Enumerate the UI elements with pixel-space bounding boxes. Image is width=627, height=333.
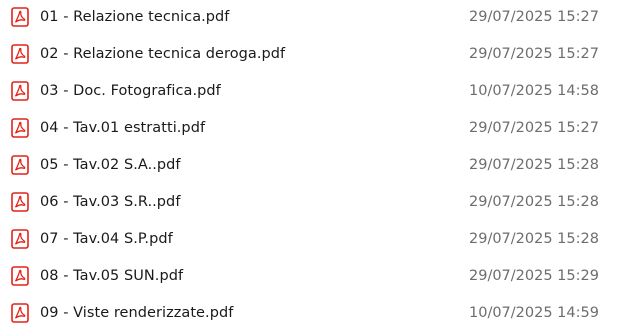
file-name: 06 - Tav.03 S.R..pdf xyxy=(40,194,181,210)
file-modified-date: 29/07/2025 15:28 xyxy=(469,157,599,173)
pdf-file-icon xyxy=(11,118,29,138)
file-row[interactable]: 02 - Relazione tecnica deroga.pdf 29/07/… xyxy=(0,37,627,71)
pdf-file-icon xyxy=(11,81,29,101)
pdf-file-icon xyxy=(11,303,29,323)
file-modified-date: 10/07/2025 14:59 xyxy=(469,305,599,321)
file-name: 05 - Tav.02 S.A..pdf xyxy=(40,157,181,173)
file-row[interactable]: 03 - Doc. Fotografica.pdf 10/07/2025 14:… xyxy=(0,74,627,108)
file-modified-date: 29/07/2025 15:27 xyxy=(469,9,599,25)
pdf-file-icon xyxy=(11,44,29,64)
file-row[interactable]: 04 - Tav.01 estratti.pdf 29/07/2025 15:2… xyxy=(0,111,627,145)
pdf-file-icon xyxy=(11,7,29,27)
file-modified-date: 29/07/2025 15:27 xyxy=(469,46,599,62)
file-name: 08 - Tav.05 SUN.pdf xyxy=(40,268,184,284)
file-name: 03 - Doc. Fotografica.pdf xyxy=(40,83,221,99)
file-modified-date: 29/07/2025 15:28 xyxy=(469,194,599,210)
file-row[interactable]: 08 - Tav.05 SUN.pdf 29/07/2025 15:29 xyxy=(0,259,627,293)
pdf-file-icon xyxy=(11,192,29,212)
file-name: 09 - Viste renderizzate.pdf xyxy=(40,305,234,321)
file-row[interactable]: 05 - Tav.02 S.A..pdf 29/07/2025 15:28 xyxy=(0,148,627,182)
file-name: 07 - Tav.04 S.P.pdf xyxy=(40,231,173,247)
file-modified-date: 29/07/2025 15:27 xyxy=(469,120,599,136)
pdf-file-icon xyxy=(11,229,29,249)
file-name: 02 - Relazione tecnica deroga.pdf xyxy=(40,46,286,62)
file-row[interactable]: 01 - Relazione tecnica.pdf 29/07/2025 15… xyxy=(0,0,627,34)
file-name: 04 - Tav.01 estratti.pdf xyxy=(40,120,206,136)
file-modified-date: 10/07/2025 14:58 xyxy=(469,83,599,99)
file-list: 01 - Relazione tecnica.pdf 29/07/2025 15… xyxy=(0,0,627,333)
file-row[interactable]: 06 - Tav.03 S.R..pdf 29/07/2025 15:28 xyxy=(0,185,627,219)
file-modified-date: 29/07/2025 15:29 xyxy=(469,268,599,284)
file-row[interactable]: 09 - Viste renderizzate.pdf 10/07/2025 1… xyxy=(0,296,627,330)
file-row[interactable]: 07 - Tav.04 S.P.pdf 29/07/2025 15:28 xyxy=(0,222,627,256)
pdf-file-icon xyxy=(11,155,29,175)
file-name: 01 - Relazione tecnica.pdf xyxy=(40,9,230,25)
pdf-file-icon xyxy=(11,266,29,286)
file-modified-date: 29/07/2025 15:28 xyxy=(469,231,599,247)
